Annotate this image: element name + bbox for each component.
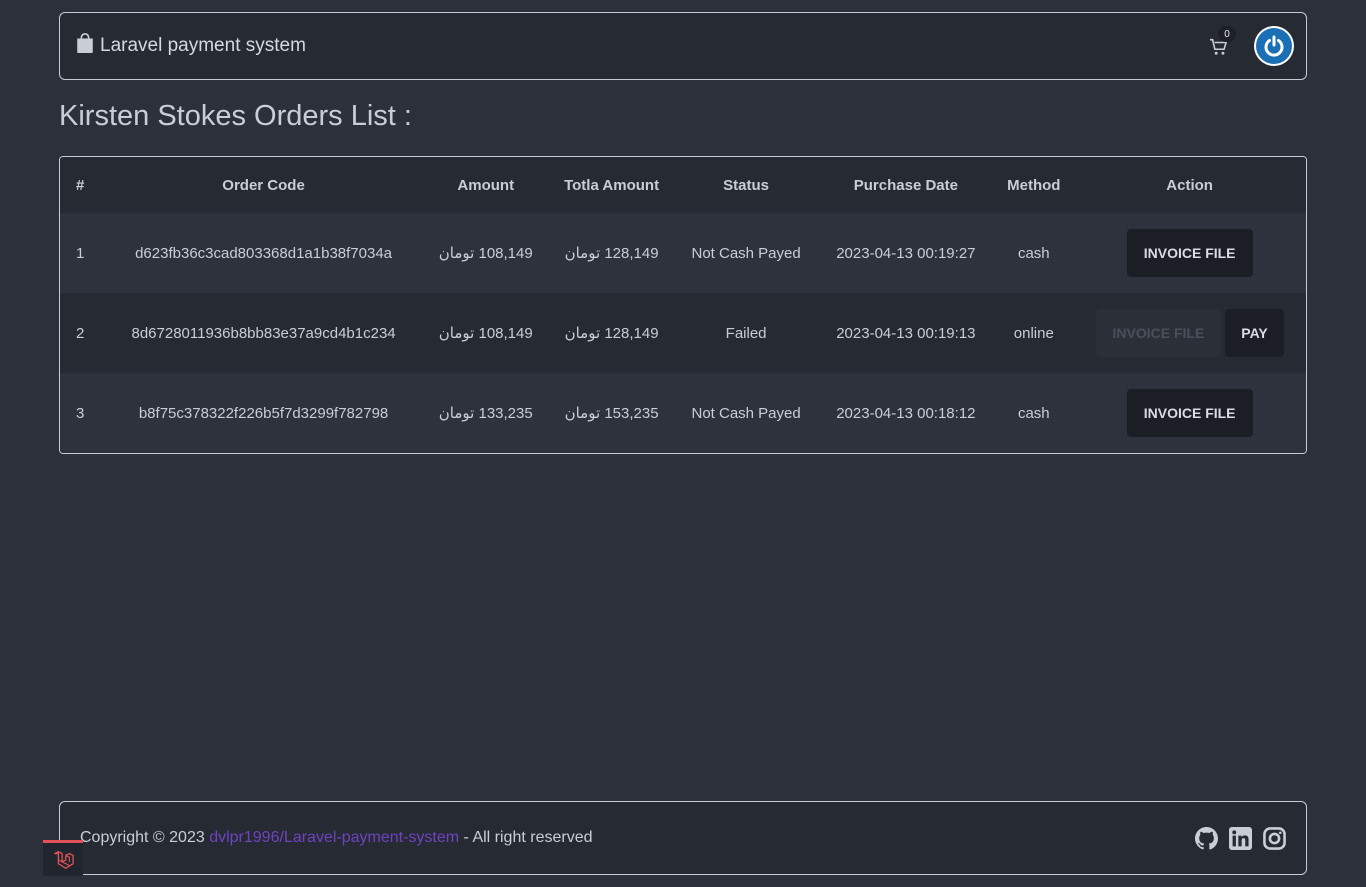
navbar: Laravel payment system 0 (59, 12, 1307, 80)
column-header-order-code: Order Code (222, 176, 305, 194)
brand-link[interactable]: Laravel payment system (76, 33, 306, 59)
row-index: 3 (76, 404, 85, 422)
action-cell: INVOICE FILE (1073, 213, 1306, 293)
copyright-prefix: Copyright © 2023 (80, 829, 205, 846)
table-row: 2 8d6728011936b8bb83e37a9cd4b1c234 108,1… (60, 293, 1306, 373)
navbar-right: 0 (1210, 26, 1294, 66)
shopping-bag-icon (76, 33, 94, 59)
order-code: b8f75c378322f226b5f7d3299f782798 (138, 404, 389, 422)
purchase-date: 2023-04-13 00:19:27 (836, 244, 976, 262)
table-row: 1 d623fb36c3cad803368d1a1b38f7034a 108,1… (60, 213, 1306, 293)
cart-count-badge: 0 (1218, 26, 1236, 42)
column-header-method: Method (1007, 176, 1061, 194)
orders-table: # Order Code Amount Totla Amount Status … (59, 156, 1307, 454)
cart-button[interactable]: 0 (1210, 26, 1236, 60)
laravel-debugbar-toggle[interactable] (43, 840, 83, 876)
order-code: d623fb36c3cad803368d1a1b38f7034a (135, 244, 393, 262)
column-header-total-amount: Totla Amount (564, 176, 660, 194)
linkedin-icon[interactable] (1229, 826, 1252, 850)
page-title: Kirsten Stokes Orders List : (59, 100, 412, 132)
repo-link[interactable]: dvlpr1996/Laravel-payment-system (209, 829, 459, 846)
method: online (1013, 324, 1054, 342)
invoice-file-button-disabled: INVOICE FILE (1095, 309, 1222, 357)
total-amount: 128,149 تومان (564, 325, 659, 342)
column-header-status: Status (723, 176, 770, 194)
total-amount: 153,235 تومان (564, 405, 659, 422)
instagram-icon[interactable] (1263, 826, 1286, 850)
column-header-amount: Amount (457, 176, 515, 194)
method: cash (1017, 244, 1050, 262)
copyright-text: Copyright © 2023 dvlpr1996/Laravel-payme… (80, 829, 592, 847)
status: Failed (725, 324, 767, 342)
invoice-file-button[interactable]: INVOICE FILE (1126, 229, 1253, 277)
column-header-purchase-date: Purchase Date (853, 176, 958, 194)
purchase-date: 2023-04-13 00:18:12 (836, 404, 976, 422)
amount: 108,149 تومان (438, 245, 533, 262)
total-amount: 128,149 تومان (564, 245, 659, 262)
brand-label: Laravel payment system (100, 35, 306, 56)
table-row: 3 b8f75c378322f226b5f7d3299f782798 133,2… (60, 373, 1306, 453)
laravel-logo-icon (54, 850, 74, 869)
amount: 108,149 تومان (438, 325, 533, 342)
status: Not Cash Payed (691, 404, 801, 422)
column-header-index: # (76, 176, 85, 194)
amount: 133,235 تومان (438, 405, 533, 422)
copyright-suffix: - All right reserved (463, 829, 593, 846)
table-header-row: # Order Code Amount Totla Amount Status … (60, 157, 1306, 213)
power-icon (1256, 28, 1292, 64)
github-icon[interactable] (1195, 826, 1218, 850)
order-code: 8d6728011936b8bb83e37a9cd4b1c234 (131, 324, 396, 342)
user-avatar[interactable] (1254, 26, 1294, 66)
social-links (1195, 826, 1286, 850)
status: Not Cash Payed (691, 244, 801, 262)
invoice-file-button[interactable]: INVOICE FILE (1126, 389, 1253, 437)
pay-button[interactable]: PAY (1225, 309, 1284, 357)
method: cash (1017, 404, 1050, 422)
action-cell: INVOICE FILE (1073, 373, 1306, 453)
column-header-action: Action (1166, 176, 1213, 194)
purchase-date: 2023-04-13 00:19:13 (836, 324, 976, 342)
row-index: 1 (76, 244, 85, 262)
row-index: 2 (76, 324, 85, 342)
action-cell: INVOICE FILE PAY (1073, 293, 1306, 373)
footer: Copyright © 2023 dvlpr1996/Laravel-payme… (59, 801, 1307, 875)
